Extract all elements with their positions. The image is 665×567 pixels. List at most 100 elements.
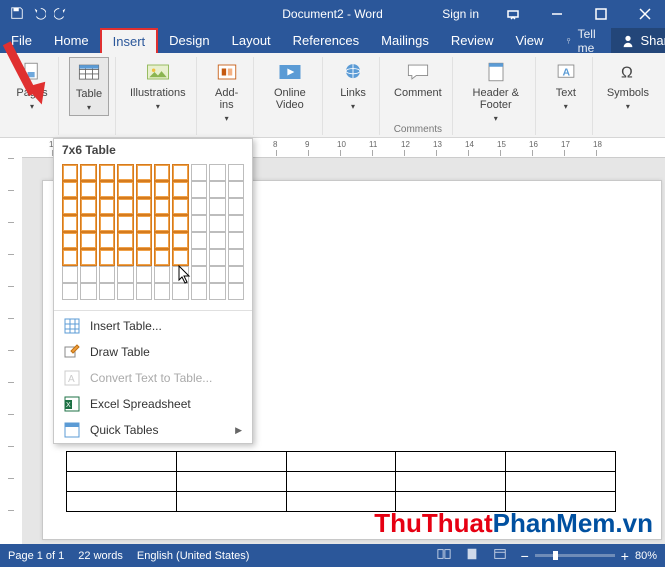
close-icon[interactable] (625, 0, 665, 28)
grid-cell[interactable] (62, 283, 78, 300)
tab-references[interactable]: References (282, 28, 370, 53)
grid-cell[interactable] (80, 283, 96, 300)
grid-cell[interactable] (191, 181, 207, 198)
grid-cell[interactable] (117, 249, 133, 266)
grid-cell[interactable] (136, 249, 152, 266)
grid-cell[interactable] (80, 198, 96, 215)
grid-cell[interactable] (80, 232, 96, 249)
insert-table-menuitem[interactable]: Insert Table... (54, 313, 252, 339)
illustrations-button[interactable]: Illustrations▾ (126, 57, 190, 114)
grid-cell[interactable] (117, 283, 133, 300)
addins-button[interactable]: Add-ins▾ (207, 57, 247, 126)
grid-cell[interactable] (99, 164, 115, 181)
grid-cell[interactable] (62, 266, 78, 283)
zoom-in-icon[interactable]: + (621, 548, 629, 564)
tab-view[interactable]: View (504, 28, 554, 53)
save-icon[interactable] (10, 6, 24, 23)
share-button[interactable]: Share (611, 28, 665, 53)
grid-cell[interactable] (191, 198, 207, 215)
grid-cell[interactable] (228, 232, 244, 249)
grid-cell[interactable] (209, 249, 225, 266)
grid-cell[interactable] (154, 283, 170, 300)
excel-spreadsheet-menuitem[interactable]: X Excel Spreadsheet (54, 391, 252, 417)
language[interactable]: English (United States) (137, 550, 250, 562)
grid-cell[interactable] (136, 283, 152, 300)
maximize-icon[interactable] (581, 0, 621, 28)
grid-cell[interactable] (191, 283, 207, 300)
grid-cell[interactable] (117, 164, 133, 181)
grid-cell[interactable] (228, 215, 244, 232)
grid-cell[interactable] (209, 266, 225, 283)
grid-cell[interactable] (62, 215, 78, 232)
grid-cell[interactable] (191, 232, 207, 249)
grid-cell[interactable] (154, 198, 170, 215)
zoom-level[interactable]: 80% (635, 550, 657, 562)
tab-review[interactable]: Review (440, 28, 505, 53)
grid-cell[interactable] (154, 164, 170, 181)
table-button[interactable]: Table▾ (69, 57, 109, 116)
grid-cell[interactable] (172, 215, 188, 232)
grid-cell[interactable] (172, 198, 188, 215)
grid-cell[interactable] (191, 249, 207, 266)
grid-cell[interactable] (99, 232, 115, 249)
ribbon-options-icon[interactable] (493, 0, 533, 28)
tellme[interactable]: Tell me (554, 28, 611, 53)
grid-cell[interactable] (62, 198, 78, 215)
grid-cell[interactable] (99, 215, 115, 232)
links-button[interactable]: Links▾ (333, 57, 373, 114)
table-grid-selector[interactable] (54, 161, 252, 308)
grid-cell[interactable] (154, 215, 170, 232)
minimize-icon[interactable] (537, 0, 577, 28)
read-mode-icon[interactable] (437, 547, 451, 564)
grid-cell[interactable] (209, 164, 225, 181)
grid-cell[interactable] (136, 198, 152, 215)
symbols-button[interactable]: ΩSymbols▾ (603, 57, 653, 114)
tab-insert[interactable]: Insert (100, 28, 159, 53)
grid-cell[interactable] (172, 164, 188, 181)
grid-cell[interactable] (136, 181, 152, 198)
grid-cell[interactable] (117, 232, 133, 249)
zoom-out-icon[interactable]: − (521, 548, 529, 564)
grid-cell[interactable] (209, 198, 225, 215)
grid-cell[interactable] (99, 266, 115, 283)
redo-icon[interactable] (54, 6, 68, 23)
text-button[interactable]: AText▾ (546, 57, 586, 114)
tab-mailings[interactable]: Mailings (370, 28, 440, 53)
grid-cell[interactable] (228, 198, 244, 215)
grid-cell[interactable] (191, 215, 207, 232)
grid-cell[interactable] (172, 249, 188, 266)
grid-cell[interactable] (209, 232, 225, 249)
comment-button[interactable]: Comment (390, 57, 446, 102)
print-layout-icon[interactable] (465, 547, 479, 564)
grid-cell[interactable] (172, 283, 188, 300)
grid-cell[interactable] (172, 181, 188, 198)
grid-cell[interactable] (117, 266, 133, 283)
header-footer-button[interactable]: Header & Footer▾ (463, 57, 529, 126)
grid-cell[interactable] (154, 232, 170, 249)
tab-layout[interactable]: Layout (221, 28, 282, 53)
document-table[interactable] (66, 451, 616, 512)
grid-cell[interactable] (209, 181, 225, 198)
undo-icon[interactable] (32, 6, 46, 23)
grid-cell[interactable] (154, 249, 170, 266)
grid-cell[interactable] (136, 215, 152, 232)
grid-cell[interactable] (228, 164, 244, 181)
grid-cell[interactable] (99, 283, 115, 300)
grid-cell[interactable] (209, 283, 225, 300)
grid-cell[interactable] (62, 249, 78, 266)
grid-cell[interactable] (80, 164, 96, 181)
grid-cell[interactable] (154, 266, 170, 283)
online-video-button[interactable]: Online Video (264, 57, 316, 114)
grid-cell[interactable] (117, 215, 133, 232)
web-layout-icon[interactable] (493, 547, 507, 564)
grid-cell[interactable] (80, 181, 96, 198)
grid-cell[interactable] (191, 266, 207, 283)
pages-button[interactable]: Pages▾ (12, 57, 52, 114)
grid-cell[interactable] (136, 164, 152, 181)
grid-cell[interactable] (62, 181, 78, 198)
grid-cell[interactable] (99, 198, 115, 215)
word-count[interactable]: 22 words (78, 550, 123, 562)
grid-cell[interactable] (228, 249, 244, 266)
grid-cell[interactable] (80, 249, 96, 266)
grid-cell[interactable] (172, 232, 188, 249)
